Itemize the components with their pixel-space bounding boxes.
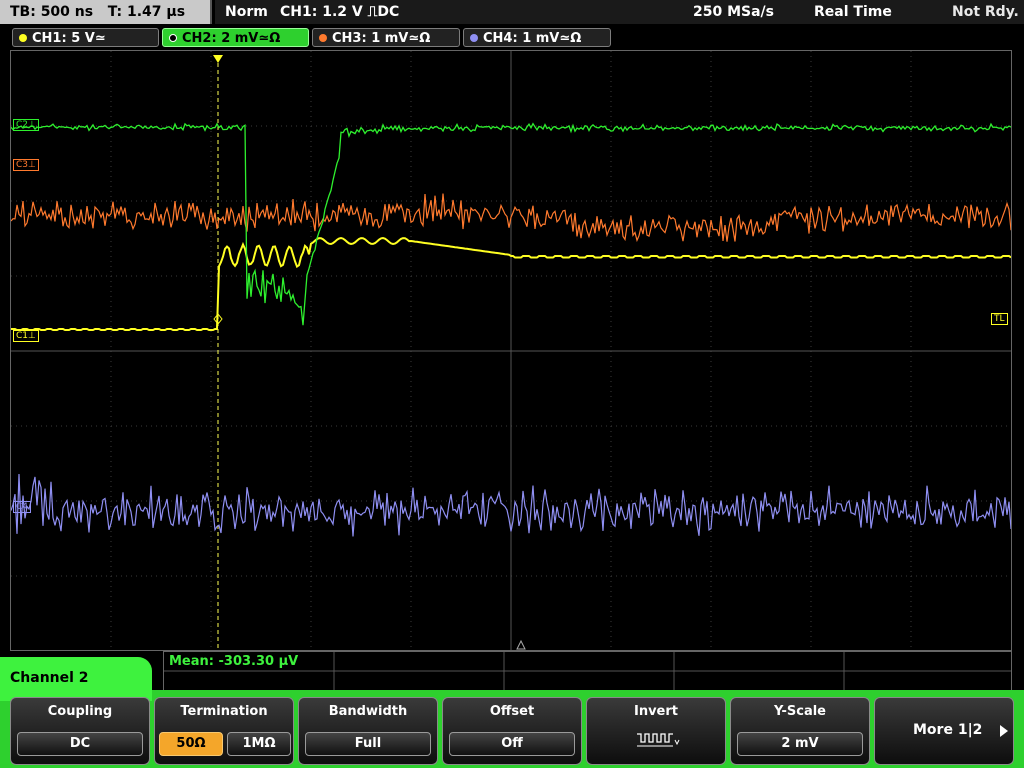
ch4-label: CH4: 1 mV≃Ω: [483, 31, 582, 46]
yscale-softkey[interactable]: Y-Scale 2 mV: [730, 697, 870, 765]
graticule-center: [11, 51, 1011, 650]
ch3-dot-icon: [319, 33, 327, 42]
menu-title: Channel 2: [0, 657, 152, 701]
yscale-title: Y-Scale: [773, 704, 826, 719]
coupling-softkey[interactable]: Coupling DC: [10, 697, 150, 765]
waveform-svg: [11, 51, 1011, 650]
ch2-dot-icon: [169, 33, 177, 42]
invert-waveform-icon: [637, 733, 680, 747]
trigger-level-marker[interactable]: TL: [991, 313, 1008, 325]
ch4-marker[interactable]: C4: [13, 501, 32, 513]
bandwidth-value[interactable]: Full: [305, 732, 431, 756]
ch4-dot-icon: [470, 33, 478, 42]
invert-title: Invert: [633, 704, 678, 719]
acquisition-mode: Real Time: [814, 4, 892, 20]
coupling-title: Coupling: [47, 704, 113, 719]
bandwidth-title: Bandwidth: [328, 704, 408, 719]
yscale-value[interactable]: 2 mV: [737, 732, 863, 756]
more-softkey[interactable]: More 1|2: [874, 697, 1014, 765]
mean-measurement: Mean: -303.30 µV: [169, 654, 299, 669]
termination-1mohm[interactable]: 1MΩ: [227, 732, 291, 756]
offset-title: Offset: [489, 704, 535, 719]
invert-softkey[interactable]: Invert: [586, 697, 726, 765]
offset-value[interactable]: Off: [449, 732, 575, 756]
waveform-display[interactable]: C2⊥ C3⊥ C1⊥ C4 TL: [10, 50, 1012, 651]
ch1-label: CH1: 5 V≃: [32, 31, 106, 46]
bandwidth-softkey[interactable]: Bandwidth Full: [298, 697, 438, 765]
termination-softkey[interactable]: Termination 50Ω 1MΩ: [154, 697, 294, 765]
trigger-position-icon[interactable]: [213, 55, 223, 63]
more-label: More 1|2: [913, 722, 983, 738]
trigger-time: T: 1.47 µs: [107, 4, 186, 20]
timebase-box[interactable]: TB: 500 ns T: 1.47 µs: [0, 0, 212, 24]
ch1-dot-icon: [19, 33, 27, 42]
horizontal-center-icon: [516, 639, 526, 650]
tab-ch2[interactable]: CH2: 2 mV≃Ω: [162, 28, 309, 47]
offset-softkey[interactable]: Offset Off: [442, 697, 582, 765]
ch3-label: CH3: 1 mV≃Ω: [332, 31, 431, 46]
termination-50ohm[interactable]: 50Ω: [159, 732, 223, 756]
tab-ch4[interactable]: CH4: 1 mV≃Ω: [463, 28, 611, 47]
sample-rate: 250 MSa/s: [693, 4, 775, 20]
ch2-marker[interactable]: C2⊥: [13, 119, 39, 131]
ch3-marker[interactable]: C3⊥: [13, 159, 39, 171]
next-page-icon: [1000, 725, 1008, 737]
trigger-info[interactable]: CH1: 1.2 V ⎍DC: [280, 0, 399, 24]
timebase-value: TB: 500 ns: [10, 4, 94, 20]
trigger-mode[interactable]: Norm: [225, 0, 268, 24]
coupling-value[interactable]: DC: [17, 732, 143, 756]
ch1-marker[interactable]: C1⊥: [13, 330, 39, 342]
tab-ch3[interactable]: CH3: 1 mV≃Ω: [312, 28, 460, 47]
termination-title: Termination: [180, 704, 268, 719]
tab-ch1[interactable]: CH1: 5 V≃: [12, 28, 159, 47]
acquisition-info: Norm CH1: 1.2 V ⎍DC 250 MSa/s Real Time …: [215, 0, 1024, 24]
ch2-label: CH2: 2 mV≃Ω: [182, 31, 281, 46]
run-state: Not Rdy.: [952, 4, 1019, 20]
